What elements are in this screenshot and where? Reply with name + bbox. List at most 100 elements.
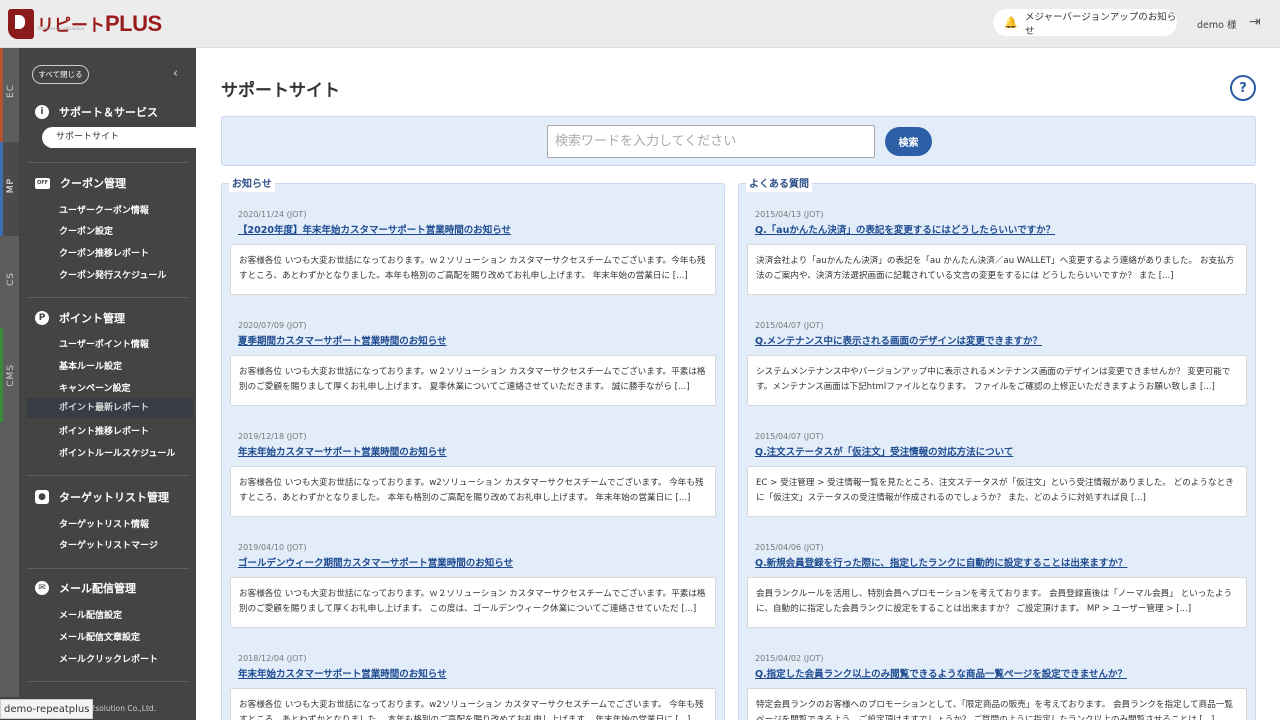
news-date: 2020/11/24 (JOT) [238,210,307,219]
divider [27,162,189,163]
logo-subtitle: Powered by w2solution [38,26,85,31]
news-excerpt: お客様各位 いつも大変お世話になっております。ｗ２ソリューション カスタマーサク… [230,577,716,628]
faq-date: 2015/04/07 (JOT) [755,321,824,330]
news-date: 2020/07/09 (JOT) [238,321,307,330]
url-tooltip: demo-repeatplus [0,699,94,719]
news-title-link[interactable]: 年末年始カスタマーサポート営業時間のお知らせ [238,666,716,680]
point-icon: P [35,311,49,325]
news-date: 2019/04/10 (JOT) [238,543,307,552]
news-item: 2019/12/18 (JOT) 年末年始カスタマーサポート営業時間のお知らせ … [230,432,716,517]
faq-question-link[interactable]: Q.新規会員登録を行った際に、指定したランクに自動的に設定することは出来ますか？ [755,555,1247,569]
sidebar-item-user-coupon[interactable]: ユーザークーポン情報 [59,203,149,216]
sidebar-item-point-trend-report[interactable]: ポイント推移レポート [59,424,149,437]
version-notice-button[interactable]: 🔔 メジャーバージョンアップのお知らせ [993,9,1177,37]
sidebar-item-coupon-schedule[interactable]: クーポン発行スケジュール [59,268,166,281]
faq-panel-title: よくある質問 [746,178,812,192]
divider [27,568,189,569]
divider [27,297,189,298]
faq-item: 2015/04/13 (JOT) Q.「auかんたん決済」の表記を変更するにはど… [747,210,1247,295]
sidebar-item-target-list-merge[interactable]: ターゲットリストマージ [59,538,158,551]
news-panel-title: お知らせ [229,178,275,192]
news-excerpt: お客様各位 いつも大変お世話になっております。ｗ２ソリューション カスタマーサク… [230,355,716,406]
news-date: 2019/12/18 (JOT) [238,432,307,441]
faq-date: 2015/04/06 (JOT) [755,543,824,552]
faq-excerpt: 会員ランクルールを活用し、特別会員へプロモーションを考えております。 会員登録直… [747,577,1247,628]
section-coupon[interactable]: OFF クーポン管理 [35,175,126,191]
news-excerpt: お客様各位 いつも大変お世話になっております。ｗ２ソリューション カスタマーサク… [230,244,716,295]
faq-item: 2015/04/07 (JOT) Q.注文ステータスが「仮注文」受注情報の対応方… [747,432,1247,517]
faq-excerpt: 決済会社より「auかんたん決済」の表記を「au かんたん決済／au WALLET… [747,244,1247,295]
user-name[interactable]: demo 様 [1197,17,1236,31]
bell-icon: 🔔 [1004,15,1018,29]
faq-panel: よくある質問 2015/04/13 (JOT) Q.「auかんたん決済」の表記を… [738,178,1256,720]
collapse-all-button[interactable]: すべて閉じる [32,65,89,84]
sidebar-item-point-rule-schedule[interactable]: ポイントルールスケジュール [59,446,175,459]
faq-item: 2015/04/07 (JOT) Q.メンテナンス中に表示される画面のデザインは… [747,321,1247,406]
news-title-link[interactable]: ゴールデンウィーク期間カスタマーサポート営業時間のお知らせ [238,555,716,569]
coupon-icon: OFF [35,177,50,189]
top-header: リピートPLUS Powered by w2solution 🔔 メジャーバージ… [0,0,1280,48]
chevron-left-icon[interactable]: ‹ [173,66,178,80]
faq-question-link[interactable]: Q.注文ステータスが「仮注文」受注情報の対応方法について [755,444,1247,458]
news-title-link[interactable]: 【2020年度】年末年始カスタマーサポート営業時間のお知らせ [238,222,716,236]
search-input[interactable] [547,125,875,158]
news-item: 2020/11/24 (JOT) 【2020年度】年末年始カスタマーサポート営業… [230,210,716,295]
sidebar-item-target-list-info[interactable]: ターゲットリスト情報 [59,517,149,530]
sidebar-item-campaign[interactable]: キャンペーン設定 [59,381,131,394]
section-target-list[interactable]: ● ターゲットリスト管理 [35,489,169,505]
page-title: サポートサイト [221,81,340,101]
section-support[interactable]: i サポート＆サービス [35,104,158,120]
faq-excerpt: 特定会員ランクのお客様へのプロモーションとして、「限定商品の販売」を考えておりま… [747,688,1247,720]
help-button[interactable]: ? [1230,75,1256,101]
faq-excerpt: EC > 受注管理 > 受注情報一覧を見たところ、注文ステータスが「仮注文」とい… [747,466,1247,517]
news-item: 2018/12/04 (JOT) 年末年始カスタマーサポート営業時間のお知らせ … [230,654,716,720]
faq-date: 2015/04/13 (JOT) [755,210,824,219]
news-title-link[interactable]: 夏季期間カスタマーサポート営業時間のお知らせ [238,333,716,347]
rail-tab-cs[interactable]: CS [0,236,19,328]
sidebar-item-mail-click-report[interactable]: メールクリックレポート [59,652,158,665]
faq-question-link[interactable]: Q.メンテナンス中に表示される画面のデザインは変更できますか？ [755,333,1247,347]
faq-date: 2015/04/02 (JOT) [755,654,824,663]
news-date: 2018/12/04 (JOT) [238,654,307,663]
sidebar-item-user-point[interactable]: ユーザーポイント情報 [59,337,149,350]
rail-tab-cms[interactable]: CMS [0,328,19,422]
news-panel: お知らせ 2020/11/24 (JOT) 【2020年度】年末年始カスタマーサ… [221,178,725,720]
app-logo[interactable]: リピートPLUS [8,7,162,41]
sidebar-item-coupon-report[interactable]: クーポン推移レポート [59,246,149,259]
sidebar-item-support-site[interactable]: サポートサイト [42,127,196,148]
logo-text-plus: PLUS [105,11,162,36]
news-title-link[interactable]: 年末年始カスタマーサポート営業時間のお知らせ [238,444,716,458]
news-excerpt: お客様各位 いつも大変お世話になっております。w2ソリューション カスタマーサク… [230,688,716,720]
product-rail: EC MP CS CMS [0,48,19,698]
sidebar-item-point-latest-report[interactable]: ポイント最新レポート [27,398,193,418]
sidebar: すべて閉じる ‹ i サポート＆サービス サポートサイト OFF クーポン管理 … [19,48,196,720]
news-excerpt: お客様各位 いつも大変お世話になっております。w2ソリューション カスタマーサク… [230,466,716,517]
faq-item: 2015/04/02 (JOT) Q.指定した会員ランク以上のみ閲覧できるような… [747,654,1247,720]
faq-date: 2015/04/07 (JOT) [755,432,824,441]
mail-icon: ✉ [35,581,49,595]
divider [27,681,189,682]
search-panel: 検索 [221,116,1256,166]
main-content: サポートサイト ? 検索 お知らせ 2020/11/24 (JOT) 【2020… [196,48,1280,720]
rail-tab-mp[interactable]: MP [0,142,19,236]
divider [27,475,189,476]
person-icon: ● [35,490,49,504]
faq-item: 2015/04/06 (JOT) Q.新規会員登録を行った際に、指定したランクに… [747,543,1247,628]
news-item: 2020/07/09 (JOT) 夏季期間カスタマーサポート営業時間のお知らせ … [230,321,716,406]
rail-tab-ec[interactable]: EC [0,48,19,142]
sidebar-item-basic-rules[interactable]: 基本ルール設定 [59,359,122,372]
logout-icon[interactable]: ⇥ [1249,14,1263,30]
version-notice-label: メジャーバージョンアップのお知らせ [1025,11,1177,37]
sidebar-item-mail-text-settings[interactable]: メール配信文章設定 [59,630,140,643]
section-point[interactable]: P ポイント管理 [35,310,125,326]
news-item: 2019/04/10 (JOT) ゴールデンウィーク期間カスタマーサポート営業時… [230,543,716,628]
sidebar-item-coupon-settings[interactable]: クーポン設定 [59,224,113,237]
faq-question-link[interactable]: Q.指定した会員ランク以上のみ閲覧できるような商品一覧ページを設定できませんか？ [755,666,1247,680]
info-icon: i [35,105,49,119]
search-button[interactable]: 検索 [885,127,932,156]
faq-question-link[interactable]: Q.「auかんたん決済」の表記を変更するにはどうしたらいいですか？ [755,222,1247,236]
sidebar-item-mail-settings[interactable]: メール配信設定 [59,608,122,621]
faq-excerpt: システムメンテナンス中やバージョンアップ中に表示されるメンテナンス画面のデザイン… [747,355,1247,406]
section-mail[interactable]: ✉ メール配信管理 [35,580,136,596]
logo-mark-icon [8,9,34,39]
